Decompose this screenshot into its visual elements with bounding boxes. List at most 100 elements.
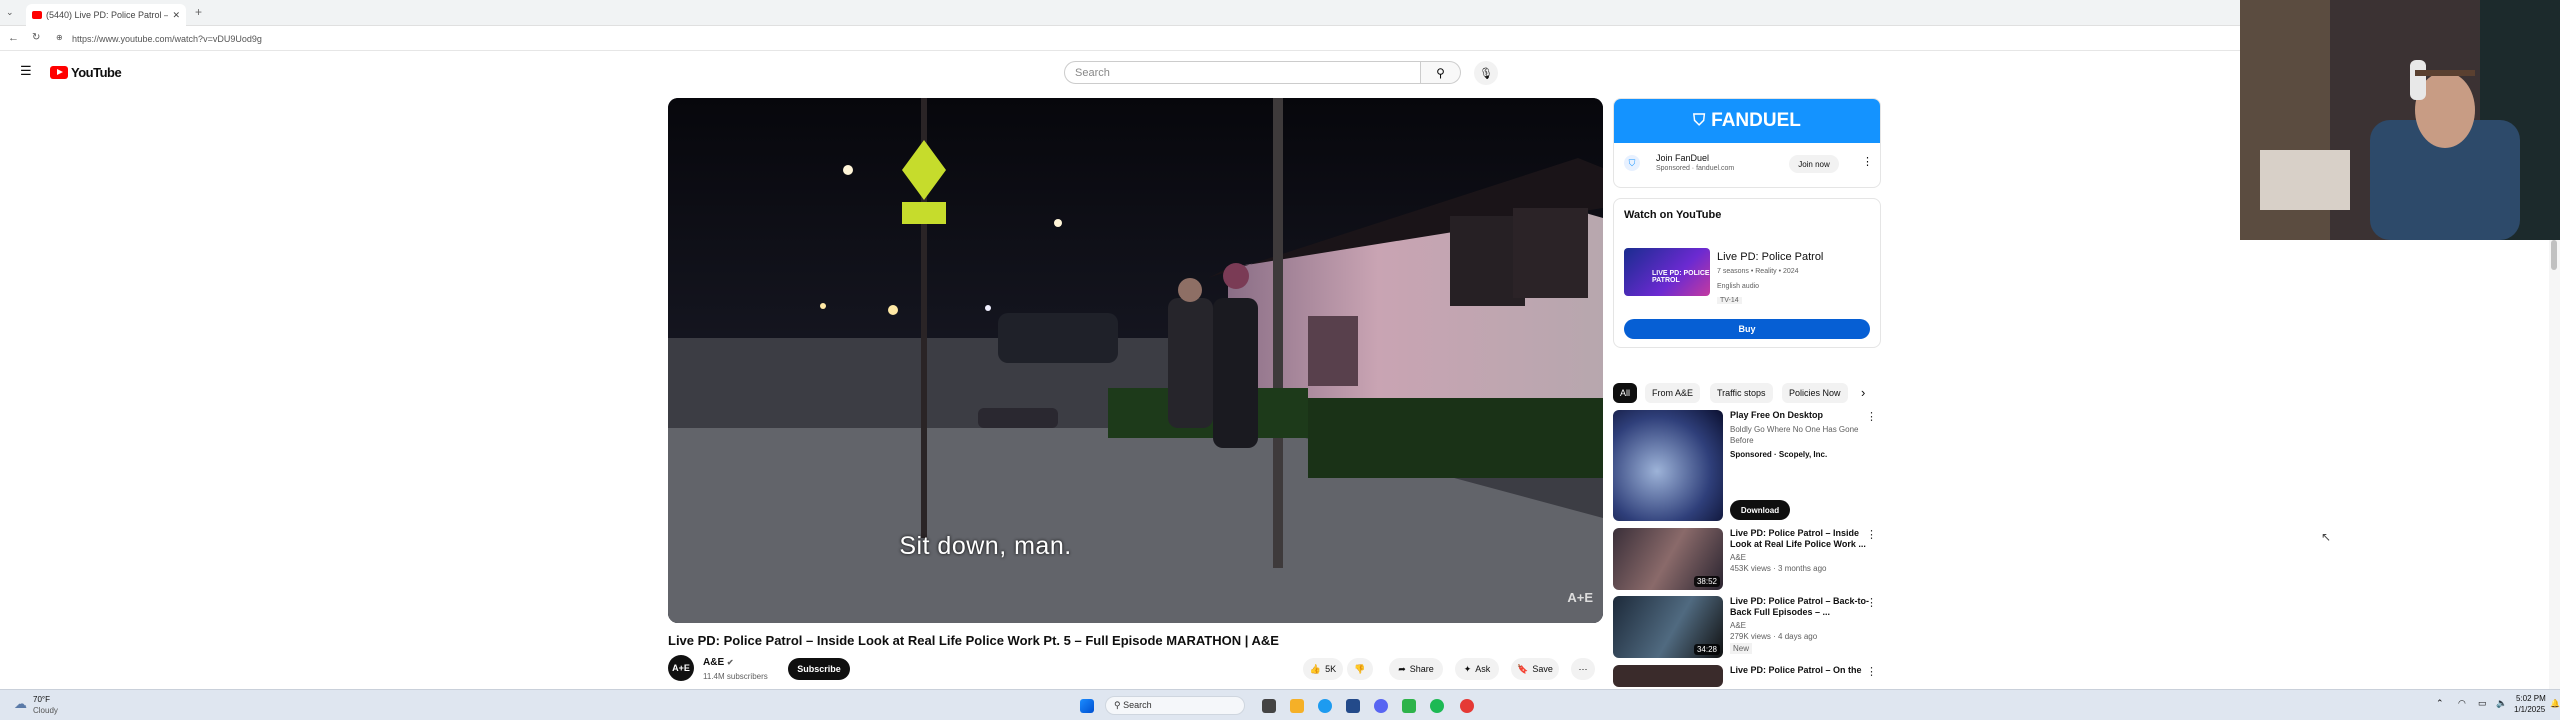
chip-from-ae[interactable]: From A&E [1645, 383, 1701, 403]
battery-icon[interactable]: ▭ [2478, 698, 2487, 709]
like-button[interactable]: 👍 5K [1303, 658, 1343, 680]
video-caption: Sit down, man. [899, 532, 1072, 560]
wifi-icon[interactable]: ◠ [2458, 698, 2466, 709]
watch-heading: Watch on YouTube [1624, 209, 1722, 221]
fanduel-ad[interactable]: ⛉ FANDUEL ⛉ Join FanDuel Sponsored · fan… [1613, 98, 1881, 188]
back-arrow-icon[interactable]: ← [8, 32, 19, 44]
taskbar: ☁ 70°F Cloudy ⚲ Search ⌃ ◠ ▭ 🔈 5:02 PM 1… [0, 689, 2560, 720]
volume-icon[interactable]: 🔈 [2496, 698, 2507, 709]
rating-badge: TV-14 [1717, 297, 1742, 304]
new-tab-button[interactable]: + [195, 5, 202, 19]
save-button[interactable]: 🔖 Save [1511, 658, 1559, 680]
reload-icon[interactable]: ↻ [32, 32, 40, 43]
fanduel-shield-icon: ⛉ [1693, 112, 1706, 129]
recommendation-channel: A&E [1730, 553, 1747, 562]
start-windows-icon[interactable] [1080, 699, 1094, 713]
recommendation-thumbnail[interactable]: 38:52 [1613, 528, 1723, 590]
fanduel-logo-icon: ⛉ [1624, 155, 1640, 171]
recommendation-thumbnail[interactable]: 34:28 [1613, 596, 1723, 658]
join-now-button[interactable]: Join now [1789, 155, 1839, 173]
recommendation-more-icon[interactable]: ⋮ [1866, 596, 1877, 609]
edge-browser-icon[interactable] [1318, 699, 1332, 713]
recommendation-title: Live PD: Police Patrol – On the [1730, 665, 1862, 675]
voice-search-button[interactable]: 🎙 [1474, 61, 1498, 85]
spotify-icon[interactable] [1430, 699, 1444, 713]
recommendation-thumbnail[interactable] [1613, 410, 1723, 521]
url-field[interactable]: https://www.youtube.com/watch?v=vDU9Uod9… [72, 34, 262, 44]
tray-chevron-icon[interactable]: ⌃ [2436, 698, 2444, 709]
recommendation-more-icon[interactable]: ⋮ [1866, 665, 1877, 678]
site-info-icon[interactable]: ⊕ [56, 33, 63, 42]
chip-traffic-stops[interactable]: Traffic stops [1710, 383, 1773, 403]
buy-button[interactable]: Buy [1624, 319, 1870, 339]
channel-avatar[interactable]: A+E [668, 655, 694, 681]
microphone-icon: 🎙 [1479, 67, 1493, 80]
tab-title: (5440) Live PD: Police Patrol – [45, 10, 169, 20]
browser-tab[interactable]: (5440) Live PD: Police Patrol – ✕ [26, 4, 186, 26]
menu-icon[interactable]: ☰ [20, 63, 32, 79]
youtube-logo[interactable]: YouTube [50, 65, 122, 80]
webcam-overlay [2240, 0, 2560, 240]
recommendation-thumbnail[interactable] [1613, 665, 1723, 687]
more-actions-button[interactable]: ⋯ [1571, 658, 1595, 680]
download-button[interactable]: Download [1730, 500, 1790, 520]
scrollbar-thumb[interactable] [2551, 240, 2557, 270]
recommendation-title: Live PD: Police Patrol – Back-to-Back Fu… [1730, 596, 1870, 617]
notification-icon[interactable]: 🔔 [2550, 699, 2560, 708]
list-item[interactable]: 38:52 Live PD: Police Patrol – Inside Lo… [1613, 528, 1881, 591]
app-green-icon[interactable] [1402, 699, 1416, 713]
list-item[interactable]: 34:28 Live PD: Police Patrol – Back-to-B… [1613, 596, 1881, 659]
weather-temp: 70°F [33, 695, 50, 704]
clock-time[interactable]: 5:02 PM [2516, 694, 2546, 703]
weather-desc: Cloudy [33, 706, 58, 715]
search-icon: ⚲ [1436, 65, 1445, 80]
recommendation-more-icon[interactable]: ⋮ [1866, 410, 1877, 423]
thumbs-down-icon: 👎 [1354, 663, 1366, 674]
task-view-icon[interactable] [1262, 699, 1276, 713]
sparkle-icon: ✦ [1463, 663, 1472, 674]
taskbar-search[interactable]: ⚲ Search [1105, 696, 1245, 715]
store-icon[interactable] [1346, 699, 1360, 713]
ask-button[interactable]: ✦ Ask [1455, 658, 1499, 680]
show-title[interactable]: Live PD: Police Patrol [1717, 251, 1823, 263]
fanduel-banner[interactable]: ⛉ FANDUEL [1614, 99, 1880, 143]
chip-all[interactable]: All [1613, 383, 1638, 403]
clock-date[interactable]: 1/1/2025 [2514, 705, 2545, 714]
dislike-button[interactable]: 👎 [1347, 658, 1373, 680]
search-input[interactable]: Search [1064, 61, 1421, 84]
list-item[interactable]: Play Free On Desktop Boldly Go Where No … [1613, 410, 1881, 522]
channel-name[interactable]: A&E ✔ [703, 657, 734, 668]
chips-next-icon[interactable]: › [1861, 385, 1865, 400]
new-badge: New [1730, 643, 1753, 654]
recommendation-sponsor: Sponsored · Scopely, Inc. [1730, 450, 1828, 459]
discord-icon[interactable] [1374, 699, 1388, 713]
chip-policies-now[interactable]: Policies Now [1782, 383, 1848, 403]
recommendation-more-icon[interactable]: ⋮ [1866, 528, 1877, 541]
show-poster[interactable]: LIVE PD: POLICE PATROL [1624, 248, 1710, 296]
ad-title: Join FanDuel [1656, 153, 1710, 163]
ad-more-icon[interactable]: ⋮ [1862, 155, 1873, 168]
webcam-feed [2240, 0, 2560, 240]
page-scrollbar[interactable] [2549, 240, 2560, 689]
tab-menu-icon[interactable]: ⌄ [6, 7, 14, 18]
share-icon: ➦ [1398, 663, 1406, 674]
file-explorer-icon[interactable] [1290, 699, 1304, 713]
tab-close-icon[interactable]: ✕ [172, 10, 180, 21]
list-item[interactable]: Live PD: Police Patrol – On the ⋮ [1613, 665, 1881, 687]
video-title: Live PD: Police Patrol – Inside Look at … [668, 633, 1279, 648]
channel-watermark: A+E [1567, 590, 1593, 605]
bookmark-icon: 🔖 [1517, 663, 1529, 674]
youtube-play-logo-icon [50, 66, 68, 79]
search-button[interactable]: ⚲ [1421, 61, 1461, 84]
record-app-icon[interactable] [1460, 699, 1474, 713]
weather-cloud-icon[interactable]: ☁ [14, 696, 27, 712]
browser-tab-strip: ⌄ (5440) Live PD: Police Patrol – ✕ + [0, 0, 2240, 26]
verified-icon: ✔ [726, 658, 734, 667]
youtube-favicon-icon [32, 11, 42, 19]
recommendation-title: Live PD: Police Patrol – Inside Look at … [1730, 528, 1866, 549]
ad-sponsor: Sponsored · fanduel.com [1656, 165, 1735, 172]
subscribe-button[interactable]: Subscribe [788, 658, 850, 680]
share-button[interactable]: ➦ Share [1389, 658, 1443, 680]
video-player[interactable]: Sit down, man. A+E [668, 98, 1603, 623]
recommendation-channel: A&E [1730, 621, 1747, 630]
